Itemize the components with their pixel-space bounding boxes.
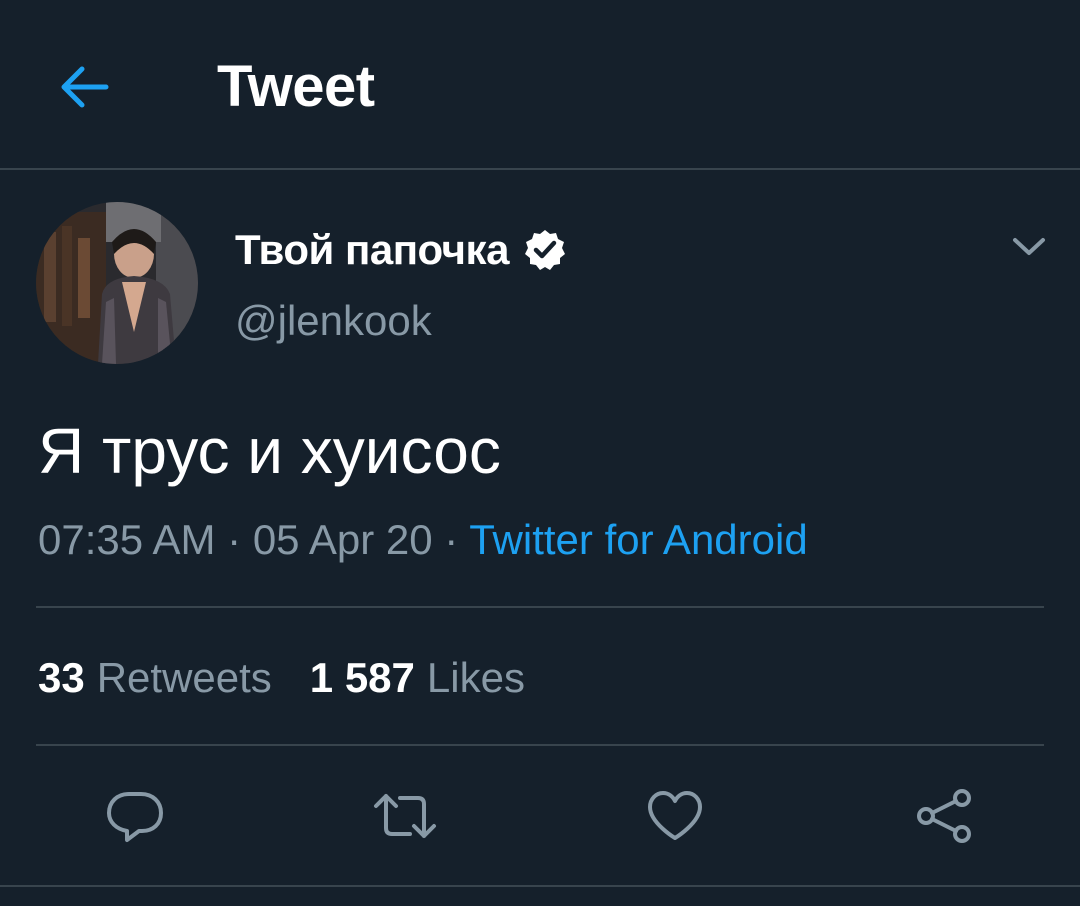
likes-count: 1 587 [309, 654, 415, 701]
tweet-source-link[interactable]: Twitter for Android [469, 516, 807, 563]
retweets-count: 33 [38, 654, 85, 701]
tweet-time: 07:35 AM [38, 516, 216, 563]
back-button[interactable] [52, 55, 116, 119]
likes-label: Likes [426, 654, 525, 701]
tweet-date: 05 Apr 20 [252, 516, 433, 563]
chevron-down-icon [1012, 236, 1046, 258]
divider [36, 744, 1044, 746]
retweet-icon [370, 788, 440, 844]
like-button[interactable] [639, 784, 711, 848]
display-name: Твой папочка [235, 226, 509, 273]
arrow-left-icon [58, 65, 110, 109]
share-icon [914, 787, 976, 845]
share-button[interactable] [909, 784, 981, 848]
divider [36, 606, 1044, 608]
retweets-label: Retweets [96, 654, 272, 701]
meta-separator: · [444, 516, 459, 563]
engagement-stats: 33 Retweets 1 587 Likes [38, 652, 525, 704]
user-handle[interactable]: @jlenkook [235, 296, 432, 346]
retweets-stat[interactable]: 33 Retweets [38, 652, 272, 704]
tweet-meta: 07:35 AM · 05 Apr 20 · Twitter for Andro… [38, 514, 808, 566]
tweet-detail-screen: Tweet Твой папочка @jlenkook Я трус и ху… [0, 0, 1080, 906]
meta-separator: · [227, 516, 242, 563]
top-app-bar: Tweet [0, 0, 1080, 170]
reply-button[interactable] [99, 784, 171, 848]
author-name-row[interactable]: Твой папочка [235, 222, 567, 278]
avatar[interactable] [36, 202, 198, 364]
heart-icon [645, 788, 705, 844]
reply-icon [105, 788, 165, 844]
verified-badge-icon [523, 228, 567, 272]
divider [0, 885, 1080, 887]
more-options-button[interactable] [1005, 226, 1053, 268]
page-title: Tweet [217, 54, 375, 119]
retweet-button[interactable] [369, 784, 441, 848]
tweet-text: Я трус и хуисос [38, 415, 501, 487]
likes-stat[interactable]: 1 587 Likes [310, 652, 525, 704]
